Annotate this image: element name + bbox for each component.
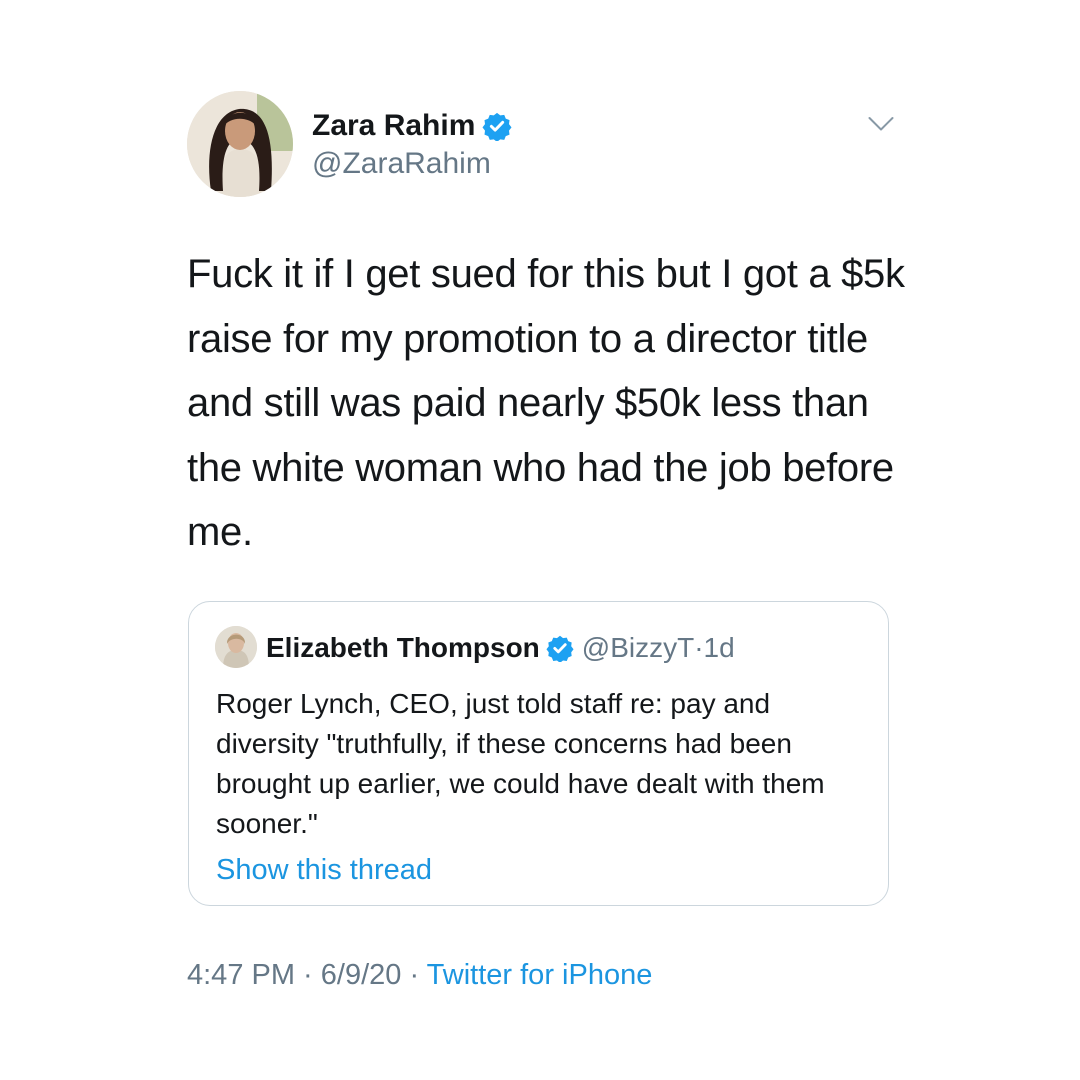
quoted-tweet-card[interactable]: Elizabeth Thompson @BizzyT · 1d Roger Ly… — [188, 601, 889, 906]
quoted-author-avatar[interactable] — [215, 626, 257, 668]
tweet-metadata: 4:47 PM · 6/9/20 · Twitter for iPhone — [187, 956, 652, 994]
quoted-author-name[interactable]: Elizabeth Thompson — [266, 632, 540, 664]
tweet-source-link[interactable]: Twitter for iPhone — [427, 959, 653, 991]
verified-badge-icon — [546, 635, 574, 662]
meta-separator: · — [295, 959, 321, 991]
author-avatar[interactable] — [187, 91, 293, 197]
quoted-author-avatar-image — [215, 626, 257, 668]
quoted-tweet-age: 1d — [703, 632, 735, 663]
author-name-text: Zara Rahim — [312, 109, 476, 142]
quoted-tweet-text: Roger Lynch, CEO, just told staff re: pa… — [216, 688, 825, 839]
quoted-header-separator: · — [694, 632, 704, 663]
verified-badge-icon — [482, 112, 512, 141]
tweet-body-text: Fuck it if I get sued for this but I got… — [187, 252, 905, 554]
show-thread-link[interactable]: Show this thread — [216, 851, 432, 889]
quoted-tweet-header: Elizabeth Thompson @BizzyT · 1d — [266, 630, 735, 666]
quoted-author-handle[interactable]: @BizzyT — [582, 632, 694, 664]
author-display-name[interactable]: Zara Rahim — [312, 108, 512, 144]
tweet-time[interactable]: 4:47 PM — [187, 959, 295, 991]
tweet-date[interactable]: 6/9/20 — [321, 959, 402, 991]
author-avatar-image — [187, 91, 293, 197]
tweet-card: Zara Rahim @ZaraRahim Fuck it if I get s… — [0, 0, 1080, 1080]
chevron-down-icon[interactable] — [868, 116, 894, 132]
meta-separator: · — [401, 959, 427, 991]
author-handle[interactable]: @ZaraRahim — [312, 146, 491, 182]
